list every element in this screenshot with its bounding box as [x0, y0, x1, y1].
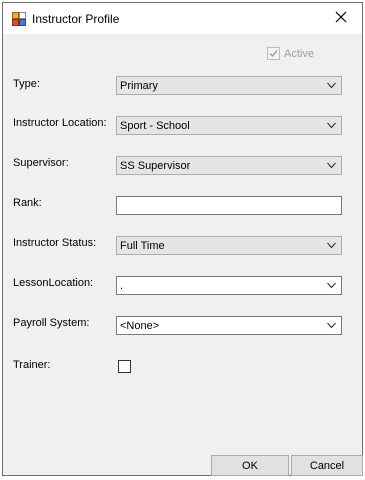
checkmark-icon	[269, 50, 278, 58]
payroll-system-value: <None>	[120, 320, 160, 332]
active-checkbox[interactable]	[267, 47, 280, 60]
lesson-location-value: .	[120, 280, 124, 292]
chevron-down-icon[interactable]	[327, 282, 336, 289]
instructor-status-value: Full Time	[120, 240, 165, 252]
chevron-down-icon	[327, 82, 336, 89]
type-value: Primary	[120, 80, 158, 92]
supervisor-label: Supervisor:	[13, 157, 69, 169]
instructor-location-label: Instructor Location:	[13, 117, 107, 129]
trainer-checkbox[interactable]	[118, 360, 131, 373]
active-checkbox-group: Active	[267, 47, 314, 60]
supervisor-value: SS Supervisor	[120, 160, 191, 172]
supervisor-select[interactable]: SS Supervisor	[116, 156, 342, 175]
active-label: Active	[284, 47, 314, 60]
instructor-status-label: Instructor Status:	[13, 237, 97, 249]
close-button[interactable]	[320, 3, 362, 34]
ok-button[interactable]: OK	[211, 455, 289, 476]
chevron-down-icon	[327, 322, 336, 329]
instructor-profile-dialog: Instructor Profile Active Type: Primary …	[2, 2, 363, 476]
app-icon	[12, 12, 26, 26]
chevron-down-icon	[327, 162, 336, 169]
title-bar: Instructor Profile	[3, 3, 362, 34]
window-title: Instructor Profile	[32, 12, 120, 26]
rank-label: Rank:	[13, 197, 42, 209]
type-select[interactable]: Primary	[116, 76, 342, 95]
payroll-system-select[interactable]: <None>	[116, 316, 342, 335]
close-icon	[335, 11, 347, 26]
type-label: Type:	[13, 78, 40, 90]
lesson-location-combo[interactable]: .	[116, 276, 342, 295]
instructor-status-select[interactable]: Full Time	[116, 236, 342, 255]
instructor-location-value: Sport - School	[120, 120, 190, 132]
lesson-location-label: LessonLocation:	[13, 277, 94, 289]
rank-input[interactable]	[116, 196, 342, 215]
trainer-label: Trainer:	[13, 359, 51, 371]
cancel-button[interactable]: Cancel	[291, 455, 363, 476]
payroll-system-label: Payroll System:	[13, 317, 90, 329]
instructor-location-select[interactable]: Sport - School	[116, 116, 342, 135]
chevron-down-icon	[327, 122, 336, 129]
chevron-down-icon	[327, 242, 336, 249]
